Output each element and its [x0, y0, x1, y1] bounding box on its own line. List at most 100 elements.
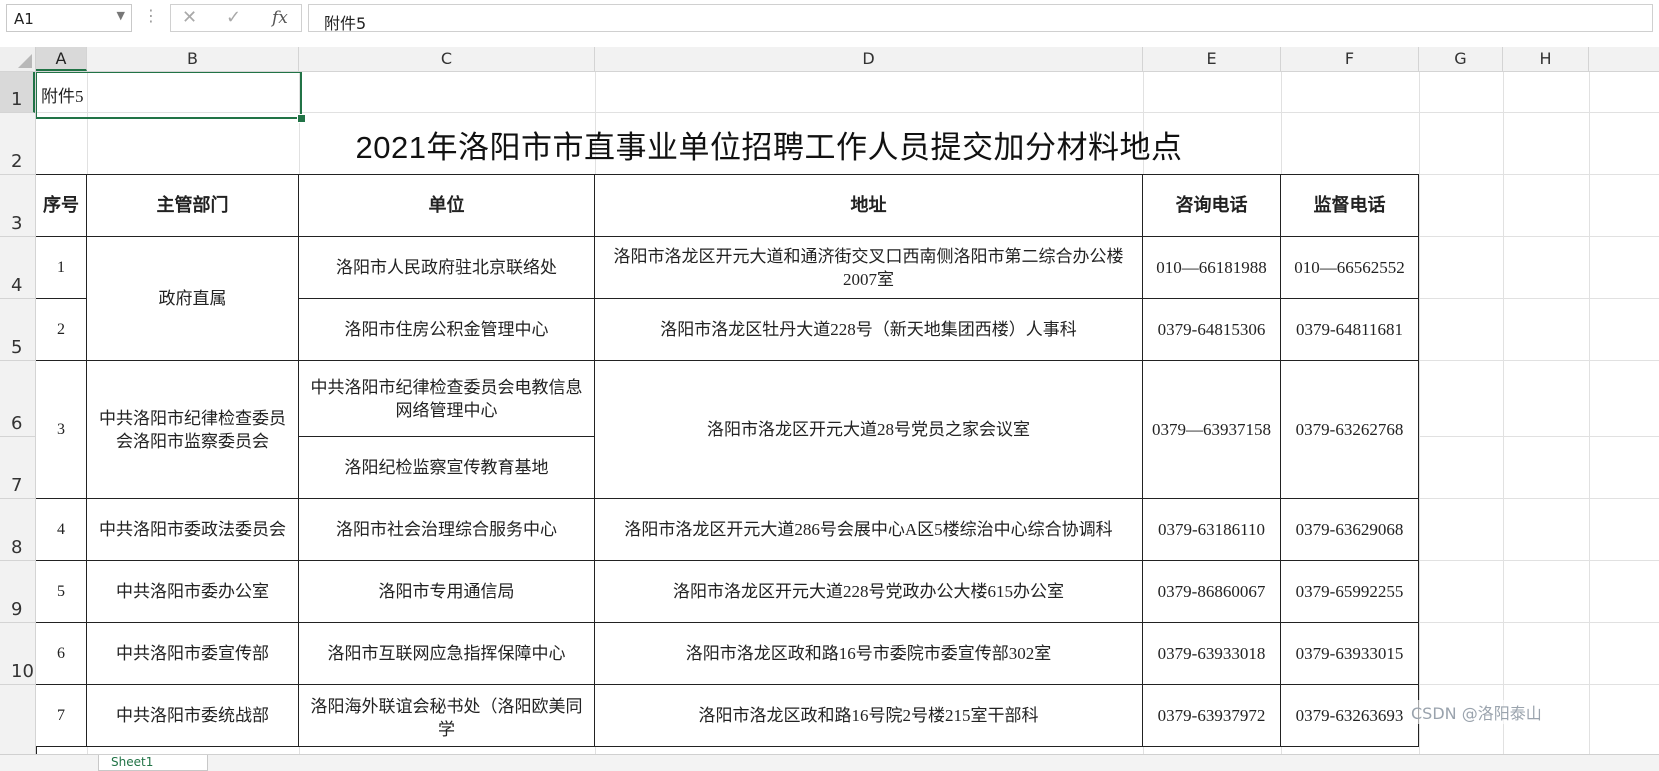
- cell-address[interactable]: 洛阳市洛龙区开元大道286号会展中心A区5楼综治中心综合协调科: [595, 499, 1143, 561]
- cell-supervise-phone[interactable]: 0379-63263693: [1281, 685, 1419, 747]
- cell-seq[interactable]: 2: [36, 299, 87, 361]
- row-header-9[interactable]: 9: [0, 561, 35, 623]
- cell-unit[interactable]: 洛阳市人民政府驻北京联络处: [299, 237, 595, 299]
- gridline: [1589, 72, 1590, 770]
- cell-unit[interactable]: 洛阳市住房公积金管理中心: [299, 299, 595, 361]
- sheet-tab[interactable]: Sheet1: [98, 755, 208, 771]
- row-header-5[interactable]: 5: [0, 299, 35, 361]
- row-header-2[interactable]: 2: [0, 113, 35, 175]
- row-header-7[interactable]: 7: [0, 437, 35, 499]
- gridline: [1503, 72, 1504, 770]
- cell-dept-merged[interactable]: 中共洛阳市纪律检查委员会洛阳市监察委员会: [87, 361, 299, 499]
- cell-consult-phone[interactable]: 010—66181988: [1143, 237, 1281, 299]
- column-header-h[interactable]: H: [1503, 47, 1589, 71]
- row-number: 2: [11, 151, 23, 172]
- cell-seq[interactable]: 4: [36, 499, 87, 561]
- more-vertical-icon: ⋮: [143, 6, 159, 25]
- column-header-e[interactable]: E: [1143, 47, 1281, 71]
- row-header-6[interactable]: 6: [0, 361, 35, 437]
- row-number: 5: [11, 337, 23, 358]
- name-box[interactable]: A1 ▼: [6, 4, 132, 32]
- header-seq[interactable]: 序号: [36, 175, 87, 237]
- row-number: 4: [11, 275, 23, 296]
- column-header-b[interactable]: B: [87, 47, 299, 71]
- cell-dept[interactable]: 中共洛阳市委办公室: [87, 561, 299, 623]
- selection-box: [36, 72, 302, 119]
- cell-address[interactable]: 洛阳市洛龙区牡丹大道228号（新天地集团西楼）人事科: [595, 299, 1143, 361]
- row-number: 3: [11, 213, 23, 234]
- sheet-tab-bar: Sheet1: [0, 754, 1659, 771]
- formula-bar: A1 ▼ ⋮ ✕ ✓ fx 附件5: [0, 0, 1659, 37]
- spreadsheet-grid[interactable]: 附件5 2021年洛阳市市直事业单位招聘工作人员提交加分材料地点 序号 主管部门…: [36, 72, 1659, 770]
- column-headers: A B C D E F G H: [0, 47, 1659, 72]
- cell-supervise-phone[interactable]: 0379-63629068: [1281, 499, 1419, 561]
- row-header-4[interactable]: 4: [0, 237, 35, 299]
- cell-address[interactable]: 洛阳市洛龙区开元大道28号党员之家会议室: [595, 361, 1143, 499]
- cell-dept-merged[interactable]: 政府直属: [87, 237, 299, 361]
- cell-supervise-phone[interactable]: 0379-64811681: [1281, 299, 1419, 361]
- column-header-f[interactable]: F: [1281, 47, 1419, 71]
- cell-address[interactable]: 洛阳市洛龙区政和路16号院2号楼215室干部科: [595, 685, 1143, 747]
- formula-value: 附件5: [324, 14, 367, 33]
- cell-seq[interactable]: 3: [36, 361, 87, 499]
- insert-function-icon[interactable]: fx: [272, 8, 288, 28]
- cell-dept[interactable]: 中共洛阳市委政法委员会: [87, 499, 299, 561]
- column-header-c[interactable]: C: [299, 47, 595, 71]
- cell-consult-phone[interactable]: 0379-63937972: [1143, 685, 1281, 747]
- row-header-10[interactable]: 10: [0, 623, 35, 685]
- cell-unit[interactable]: 洛阳市社会治理综合服务中心: [299, 499, 595, 561]
- cell-seq[interactable]: 7: [36, 685, 87, 747]
- enter-icon[interactable]: ✓: [226, 7, 241, 28]
- chevron-down-icon[interactable]: ▼: [117, 9, 125, 22]
- name-box-value: A1: [14, 10, 34, 28]
- row-number: 6: [11, 413, 23, 434]
- watermark: CSDN @洛阳泰山: [1411, 700, 1542, 724]
- row-header-8[interactable]: 8: [0, 499, 35, 561]
- header-address[interactable]: 地址: [595, 175, 1143, 237]
- cell-unit[interactable]: 洛阳海外联谊会秘书处（洛阳欧美同学: [299, 685, 595, 747]
- select-all-button[interactable]: [0, 47, 36, 71]
- cell-supervise-phone[interactable]: 0379-63933015: [1281, 623, 1419, 685]
- gridline: [1419, 72, 1420, 770]
- row-number: 7: [11, 475, 23, 496]
- row-number: 9: [11, 599, 23, 620]
- column-header-d[interactable]: D: [595, 47, 1143, 71]
- cell-consult-phone[interactable]: 0379-63186110: [1143, 499, 1281, 561]
- header-supervise-phone[interactable]: 监督电话: [1281, 175, 1419, 237]
- row-headers: 1 2 3 4 5 6 7 8 9 10: [0, 72, 36, 770]
- select-all-triangle-icon: [18, 54, 32, 68]
- formula-input[interactable]: 附件5: [308, 4, 1653, 33]
- cell-address[interactable]: 洛阳市洛龙区开元大道和通济街交叉口西南侧洛阳市第二综合办公楼2007室: [595, 237, 1143, 299]
- cell-dept[interactable]: 中共洛阳市委宣传部: [87, 623, 299, 685]
- cell-address[interactable]: 洛阳市洛龙区开元大道228号党政办公大楼615办公室: [595, 561, 1143, 623]
- column-header-a[interactable]: A: [36, 47, 87, 71]
- cell-seq[interactable]: 5: [36, 561, 87, 623]
- cell-unit[interactable]: 中共洛阳市纪律检查委员会电教信息网络管理中心: [299, 361, 595, 437]
- cell-seq[interactable]: 1: [36, 237, 87, 299]
- row-header-1[interactable]: 1: [0, 72, 35, 113]
- cell-consult-phone[interactable]: 0379-63933018: [1143, 623, 1281, 685]
- cell-address[interactable]: 洛阳市洛龙区政和路16号市委院市委宣传部302室: [595, 623, 1143, 685]
- column-header-g[interactable]: G: [1419, 47, 1503, 71]
- header-dept[interactable]: 主管部门: [87, 175, 299, 237]
- cell-consult-phone[interactable]: 0379-64815306: [1143, 299, 1281, 361]
- formula-buttons: ✕ ✓ fx: [170, 4, 302, 32]
- cell-unit[interactable]: 洛阳市专用通信局: [299, 561, 595, 623]
- cell-supervise-phone[interactable]: 0379-65992255: [1281, 561, 1419, 623]
- header-consult-phone[interactable]: 咨询电话: [1143, 175, 1281, 237]
- header-unit[interactable]: 单位: [299, 175, 595, 237]
- row-number: 10: [11, 661, 34, 682]
- cancel-icon[interactable]: ✕: [182, 7, 197, 28]
- row-header-3[interactable]: 3: [0, 175, 35, 237]
- row-number: 1: [11, 89, 23, 110]
- cell-seq[interactable]: 6: [36, 623, 87, 685]
- sheet-title[interactable]: 2021年洛阳市市直事业单位招聘工作人员提交加分材料地点: [36, 122, 1502, 167]
- cell-consult-phone[interactable]: 0379—63937158: [1143, 361, 1281, 499]
- cell-consult-phone[interactable]: 0379-86860067: [1143, 561, 1281, 623]
- cell-unit[interactable]: 洛阳市互联网应急指挥保障中心: [299, 623, 595, 685]
- cell-dept[interactable]: 中共洛阳市委统战部: [87, 685, 299, 747]
- cell-unit[interactable]: 洛阳纪检监察宣传教育基地: [299, 437, 595, 499]
- cell-supervise-phone[interactable]: 0379-63262768: [1281, 361, 1419, 499]
- cell-supervise-phone[interactable]: 010—66562552: [1281, 237, 1419, 299]
- row-number: 8: [11, 537, 23, 558]
